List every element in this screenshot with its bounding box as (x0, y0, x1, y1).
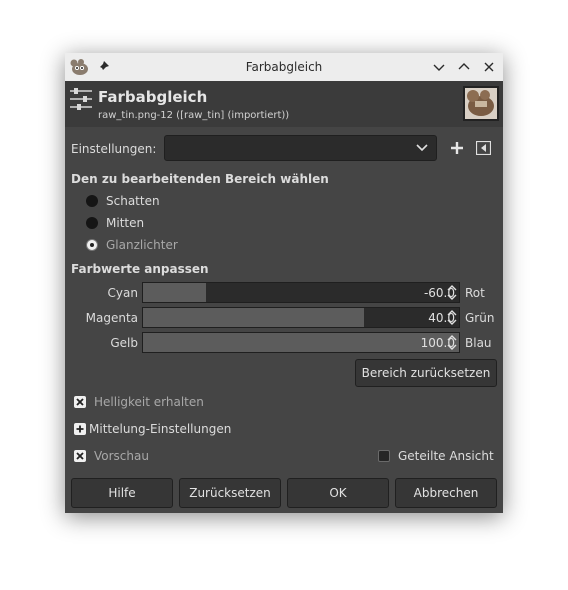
green-label: Grün (465, 311, 495, 325)
preserve-luminosity-checkbox[interactable] (74, 396, 86, 408)
add-preset-icon[interactable] (449, 140, 465, 156)
color-balance-dialog: Farbabgleich Farbabgleich raw_tin.png-12… (65, 53, 503, 513)
close-icon[interactable] (481, 59, 497, 75)
yellow-label: Gelb (110, 336, 138, 350)
blending-options-label[interactable]: Mittelung-Einstellungen (89, 422, 231, 436)
radio-shadows[interactable] (86, 195, 98, 207)
ok-button[interactable]: OK (287, 478, 389, 508)
preserve-luminosity-label: Helligkeit erhalten (94, 395, 204, 409)
chevron-down-icon[interactable] (431, 59, 447, 75)
blue-label: Blau (465, 336, 492, 350)
radio-midtones[interactable] (86, 217, 98, 229)
dialog-header: Farbabgleich raw_tin.png-12 ([raw_tin] (… (65, 81, 503, 127)
split-view-checkbox[interactable] (378, 450, 390, 462)
slider-fill (143, 333, 459, 352)
radio-shadows-label: Schatten (106, 194, 160, 208)
preview-label: Vorschau (94, 449, 149, 463)
spin-arrows-icon[interactable] (446, 283, 458, 302)
range-heading: Den zu bearbeitenden Bereich wählen (71, 172, 329, 186)
red-label: Rot (465, 286, 485, 300)
levels-heading: Farbwerte anpassen (71, 262, 209, 276)
title-bar: Farbabgleich (65, 53, 503, 81)
slider-fill (143, 283, 207, 302)
dialog-heading: Farbabgleich (98, 88, 208, 106)
radio-midtones-label: Mitten (106, 216, 145, 230)
help-button[interactable]: Hilfe (71, 478, 173, 508)
presets-menu-icon[interactable] (476, 141, 491, 155)
checkbox-x-icon (76, 398, 84, 406)
magenta-label: Magenta (85, 311, 138, 325)
chevron-down-icon (416, 144, 428, 152)
reset-button[interactable]: Zurücksetzen (179, 478, 281, 508)
presets-label: Einstellungen: (71, 142, 157, 156)
cyan-red-slider[interactable]: -60.0 (142, 282, 460, 303)
reset-range-button[interactable]: Bereich zurücksetzen (355, 359, 497, 387)
preview-checkbox[interactable] (74, 450, 86, 462)
checkbox-x-icon (76, 452, 84, 460)
color-balance-icon (70, 88, 92, 110)
radio-highlights[interactable] (86, 239, 98, 251)
cancel-button[interactable]: Abbrechen (395, 478, 497, 508)
split-view-label: Geteilte Ansicht (398, 449, 494, 463)
magenta-green-slider[interactable]: 40.0 (142, 307, 460, 328)
radio-highlights-label: Glanzlichter (106, 238, 178, 252)
presets-combo[interactable] (164, 135, 437, 161)
spin-arrows-icon[interactable] (446, 308, 458, 327)
slider-fill (143, 308, 365, 327)
chevron-up-icon[interactable] (456, 59, 472, 75)
image-name: raw_tin.png-12 ([raw_tin] (importiert)) (98, 110, 290, 121)
blending-expander[interactable] (74, 423, 86, 435)
cyan-label: Cyan (107, 286, 138, 300)
yellow-blue-slider[interactable]: 100.0 (142, 332, 460, 353)
spin-arrows-icon[interactable] (446, 333, 458, 352)
image-thumbnail (463, 86, 499, 121)
expander-plus-icon (76, 425, 84, 433)
